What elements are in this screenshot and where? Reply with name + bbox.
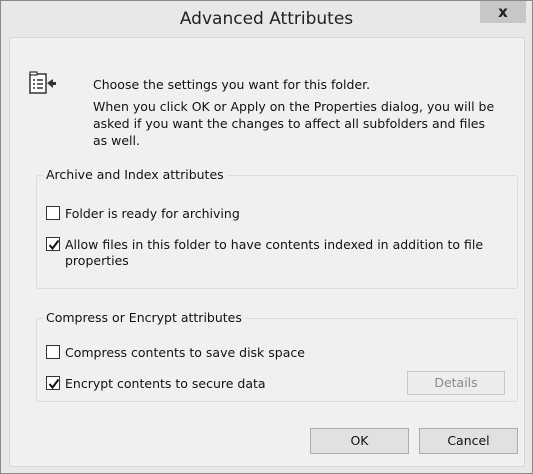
ok-button[interactable]: OK [310,428,409,454]
allow-index-checkbox[interactable] [46,237,60,251]
cancel-button[interactable]: Cancel [419,428,518,454]
compress-encrypt-group-title: Compress or Encrypt attributes [43,310,245,326]
folder-settings-icon [29,71,56,95]
compress-label[interactable]: Compress contents to save disk space [65,344,305,361]
folder-ready-checkbox[interactable] [46,206,60,220]
archive-index-group [36,175,518,289]
intro-heading: Choose the settings you want for this fo… [93,77,371,92]
intro-description-line1: When you click OK or Apply on the Proper… [93,99,495,114]
allow-index-label-line1[interactable]: Allow files in this folder to have conte… [65,236,483,253]
dialog-title: Advanced Attributes [179,9,354,29]
dialog-content: Choose the settings you want for this fo… [9,37,525,467]
checkmark-icon [48,378,60,390]
intro-description-line2: asked if you want the changes to affect … [93,116,485,131]
close-button[interactable]: x [480,1,526,23]
allow-index-label-line2[interactable]: properties [65,252,129,269]
checkmark-icon [48,239,60,251]
intro-description-line3: as well. [93,133,140,148]
title-bar[interactable]: Advanced Attributes x [1,1,532,38]
advanced-attributes-dialog: Advanced Attributes x Choose the setting… [0,0,533,474]
details-button[interactable]: Details [407,371,505,395]
encrypt-label[interactable]: Encrypt contents to secure data [65,375,266,392]
archive-index-group-title: Archive and Index attributes [43,167,227,183]
encrypt-checkbox[interactable] [46,376,60,390]
compress-checkbox[interactable] [46,345,60,359]
folder-ready-label[interactable]: Folder is ready for archiving [65,205,240,222]
